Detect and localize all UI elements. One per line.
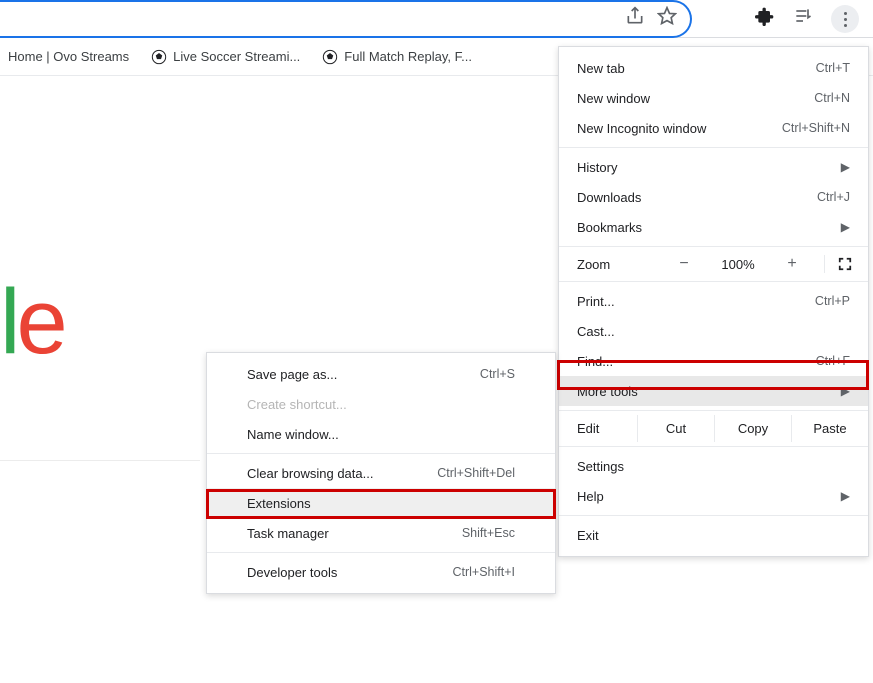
submenu-clear-data[interactable]: Clear browsing data... Ctrl+Shift+Del (207, 458, 555, 488)
zoom-out-button[interactable]: − (670, 255, 698, 273)
edit-cut[interactable]: Cut (637, 415, 714, 442)
share-icon[interactable] (625, 6, 645, 26)
menu-zoom: Zoom − 100% + (559, 251, 868, 277)
submenu-dev-tools[interactable]: Developer tools Ctrl+Shift+I (207, 557, 555, 587)
chevron-right-icon: ▶ (841, 160, 850, 174)
menu-exit[interactable]: Exit (559, 520, 868, 550)
menu-print[interactable]: Print... Ctrl+P (559, 286, 868, 316)
address-bar-outline[interactable] (0, 0, 692, 38)
more-tools-submenu: Save page as... Ctrl+S Create shortcut..… (206, 352, 556, 594)
submenu-task-manager[interactable]: Task manager Shift+Esc (207, 518, 555, 548)
kebab-icon (844, 12, 847, 27)
menu-new-tab[interactable]: New tab Ctrl+T (559, 53, 868, 83)
edit-copy[interactable]: Copy (714, 415, 791, 442)
menu-separator (559, 246, 868, 247)
menu-edit-row: Edit Cut Copy Paste (559, 415, 868, 442)
menu-cast[interactable]: Cast... (559, 316, 868, 346)
menu-separator (559, 147, 868, 148)
extensions-puzzle-icon[interactable] (755, 6, 775, 26)
zoom-level: 100% (714, 257, 762, 272)
submenu-extensions[interactable]: Extensions (207, 488, 555, 518)
menu-find[interactable]: Find... Ctrl+F (559, 346, 868, 376)
fullscreen-button[interactable] (824, 255, 864, 273)
chrome-main-menu: New tab Ctrl+T New window Ctrl+N New Inc… (558, 46, 869, 557)
menu-help[interactable]: Help ▶ (559, 481, 868, 511)
menu-separator (559, 410, 868, 411)
submenu-save-page[interactable]: Save page as... Ctrl+S (207, 359, 555, 389)
menu-separator (207, 552, 555, 553)
menu-separator (207, 453, 555, 454)
bookmark-label: Full Match Replay, F... (344, 49, 472, 64)
google-logo-partial: le (0, 270, 64, 375)
menu-settings[interactable]: Settings (559, 451, 868, 481)
submenu-create-shortcut: Create shortcut... (207, 389, 555, 419)
reading-list-icon[interactable] (793, 6, 813, 26)
chevron-right-icon: ▶ (841, 384, 850, 398)
chevron-right-icon: ▶ (841, 489, 850, 503)
bookmark-label: Live Soccer Streami... (173, 49, 300, 64)
menu-bookmarks[interactable]: Bookmarks ▶ (559, 212, 868, 242)
edit-paste[interactable]: Paste (791, 415, 868, 442)
soccer-ball-icon (322, 49, 338, 65)
submenu-name-window[interactable]: Name window... (207, 419, 555, 449)
menu-new-window[interactable]: New window Ctrl+N (559, 83, 868, 113)
star-icon[interactable] (657, 6, 677, 26)
menu-separator (559, 446, 868, 447)
divider (0, 460, 200, 461)
bookmark-item[interactable]: Full Match Replay, F... (322, 49, 472, 65)
bookmark-item[interactable]: Live Soccer Streami... (151, 49, 300, 65)
address-bar-area (0, 0, 873, 38)
menu-incognito[interactable]: New Incognito window Ctrl+Shift+N (559, 113, 868, 143)
zoom-in-button[interactable]: + (778, 255, 806, 273)
chevron-right-icon: ▶ (841, 220, 850, 234)
menu-more-tools[interactable]: More tools ▶ (559, 376, 868, 406)
bookmark-label: Home | Ovo Streams (8, 49, 129, 64)
chrome-menu-button[interactable] (831, 5, 859, 33)
menu-downloads[interactable]: Downloads Ctrl+J (559, 182, 868, 212)
menu-history[interactable]: History ▶ (559, 152, 868, 182)
menu-separator (559, 281, 868, 282)
menu-separator (559, 515, 868, 516)
soccer-ball-icon (151, 49, 167, 65)
bookmark-item[interactable]: Home | Ovo Streams (8, 49, 129, 64)
